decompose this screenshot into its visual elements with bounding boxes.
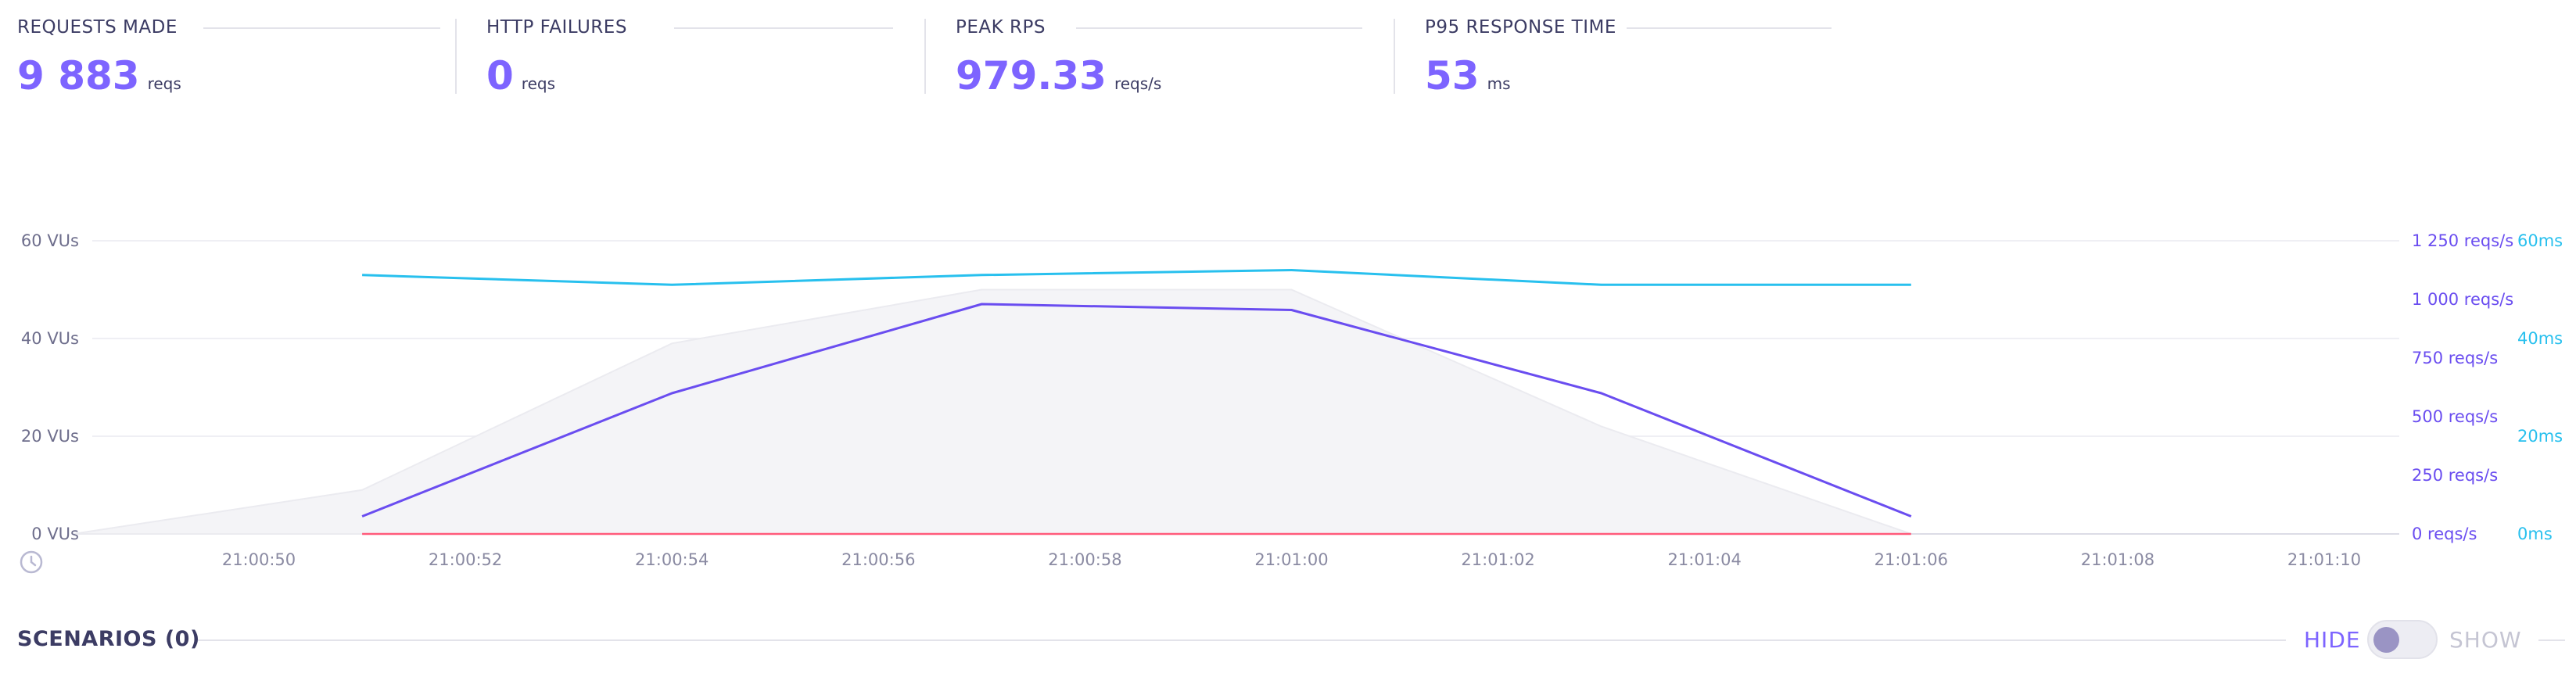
y-axis-right-rps: 0 reqs/s 250 reqs/s 500 reqs/s 750 reqs/s 1 … — [2412, 231, 2513, 543]
scenarios-title: SCENARIOS (0) — [17, 627, 200, 651]
x-tick-label: 21:00:52 — [429, 550, 502, 569]
metric-value: 9 883 — [17, 53, 140, 99]
performance-chart: 0 VUs 20 VUs 40 VUs 60 VUs 0 reqs/s 250 reqs… — [20, 231, 2563, 574]
x-tick-label: 21:01:08 — [2081, 550, 2154, 569]
x-tick-label: 21:01:02 — [1461, 550, 1534, 569]
y-tick-label-vus: 20 VUs — [21, 427, 79, 446]
x-tick-label: 21:01:04 — [1668, 550, 1742, 569]
metric-unit: ms — [1487, 74, 1511, 93]
metric-value: 0 — [486, 53, 514, 99]
y-tick-label-rps: 1 250 reqs/s — [2412, 231, 2513, 250]
response-time-line — [362, 269, 1911, 286]
y-tick-label-ms: 20ms — [2517, 427, 2563, 446]
toggle-knob — [2373, 627, 2399, 653]
metric-unit: reqs/s — [1114, 74, 1162, 93]
x-tick-label: 21:00:50 — [222, 550, 296, 569]
y-axis-left-vus: 0 VUs 20 VUs 40 VUs 60 VUs — [21, 231, 79, 543]
vus-area-series — [73, 288, 1912, 535]
scenarios-toggle[interactable] — [2367, 620, 2438, 659]
metric-value: 53 — [1425, 53, 1480, 99]
y-tick-label-rps: 250 reqs/s — [2412, 466, 2498, 485]
y-tick-label-rps: 500 reqs/s — [2412, 407, 2498, 426]
metric-title: REQUESTS MADE — [17, 17, 178, 38]
metric-value-group: 9 883 reqs — [17, 53, 181, 99]
clock-icon — [20, 550, 43, 574]
x-tick-label: 21:01:10 — [2287, 550, 2361, 569]
metric-title: PEAK RPS — [956, 17, 1046, 38]
metric-value: 979.33 — [956, 53, 1107, 99]
y-tick-label-vus: 40 VUs — [21, 329, 79, 348]
metric-value-group: 979.33 reqs/s — [956, 53, 1161, 99]
metric-divider-line — [674, 27, 893, 29]
metrics-bar: REQUESTS MADE 9 883 reqs HTTP FAILURES 0r… — [0, 0, 2576, 117]
y-tick-label-ms: 40ms — [2517, 329, 2563, 348]
y-tick-label-vus: 0 VUs — [31, 525, 79, 543]
x-tick-label: 21:01:00 — [1254, 550, 1328, 569]
y-tick-label-ms: 60ms — [2517, 231, 2563, 250]
y-axis-right-ms: 0ms 20ms 40ms 60ms — [2517, 231, 2563, 543]
metric-separator — [1394, 19, 1395, 94]
x-tick-label: 21:01:06 — [1875, 550, 1948, 569]
hide-label[interactable]: HIDE — [2304, 627, 2361, 653]
metric-value-group: 0 reqs — [486, 53, 555, 99]
y-tick-label-rps: 750 reqs/s — [2412, 349, 2498, 367]
metric-divider-line — [1627, 27, 1832, 29]
vus-area — [73, 288, 1912, 535]
metric-divider-line — [1076, 27, 1362, 29]
x-tick-label: 21:00:54 — [635, 550, 709, 569]
metric-title: P95 RESPONSE TIME — [1425, 17, 1616, 38]
metric-unit: reqs — [147, 74, 181, 93]
metric-separator — [924, 19, 926, 94]
scenarios-divider-line — [198, 639, 2286, 641]
metric-divider-line — [203, 27, 440, 29]
y-tick-label-rps: 0 reqs/s — [2412, 525, 2477, 543]
metric-value-group: 53 ms — [1425, 53, 1511, 99]
metric-unit: reqs — [521, 74, 555, 93]
metric-separator — [455, 19, 457, 94]
scenarios-divider-line-end — [2538, 639, 2565, 641]
metric-title: HTTP FAILURES — [486, 17, 627, 38]
y-tick-label-rps: 1 000 reqs/s — [2412, 290, 2513, 309]
show-label[interactable]: SHOW — [2449, 627, 2522, 653]
y-tick-label-vus: 60 VUs — [21, 231, 79, 250]
x-tick-label: 21:00:58 — [1048, 550, 1121, 569]
x-tick-label: 21:00:56 — [841, 550, 915, 569]
x-axis-time: 21:00:50 21:00:52 21:00:54 21:00:56 21:00:58… — [222, 550, 2361, 569]
y-tick-label-ms: 0ms — [2517, 525, 2553, 543]
scenarios-bar: SCENARIOS (0) HIDE SHOW — [0, 616, 2576, 663]
